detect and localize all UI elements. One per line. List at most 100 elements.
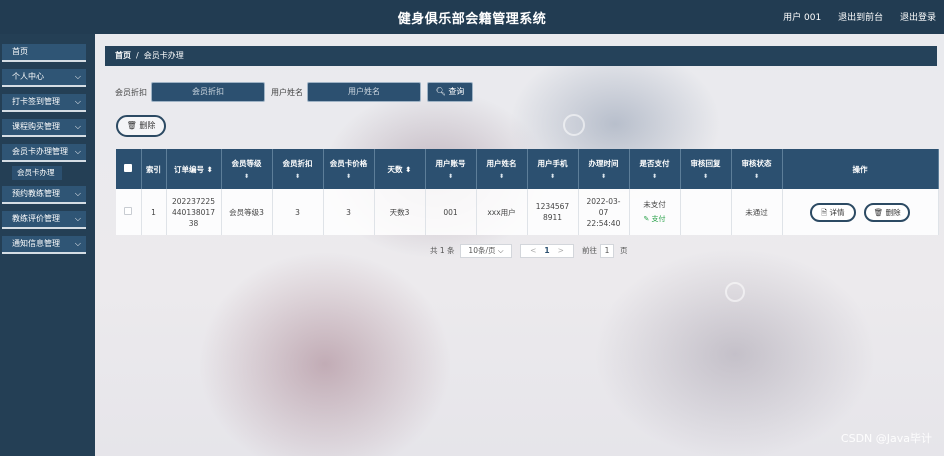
sort-icon: ⬍ [345,173,352,180]
top-links: 用户 001 退出到前台 退出登录 [769,10,936,23]
col-account[interactable]: 用户账号 ⬍ [425,149,477,189]
col-price[interactable]: 会员卡价格 ⬍ [323,149,375,189]
cell-price: 3 [323,189,375,235]
col-order-no[interactable]: 订单编号 ⬍ [166,149,222,189]
sidebar-subitem-card-apply[interactable]: 会员卡办理 [12,166,62,180]
cell-level: 会员等级3 [221,189,273,235]
sidebar-item-personal-center[interactable]: 个人中心 ⌵ [2,69,86,87]
row-select-cell[interactable] [116,189,142,235]
table-row: 1 20223722544013801738 会员等级3 3 3 天数3 001… [116,189,939,235]
row-checkbox[interactable] [124,206,133,215]
sidebar-item-checkin[interactable]: 打卡签到管理 ⌵ [2,94,86,112]
watermark: CSDN @Java毕计 [840,432,932,445]
cell-time: 2022-03-07 22:54:40 [578,189,630,235]
cell-actions: 🗎︎ 详情 🗑︎ 删除 [782,189,939,235]
sidebar: 首页 个人中心 ⌵ 打卡签到管理 ⌵ 课程购买管理 ⌵ 会员卡办理管理 ⌵ 会员卡办理 … [0,34,95,456]
select-all-cell[interactable] [116,149,142,189]
next-page-button[interactable]: > [558,246,564,255]
sidebar-item-membership-card[interactable]: 会员卡办理管理 ⌵ [2,144,86,162]
cell-reply [680,189,732,235]
row-delete-button[interactable]: 🗑︎ 删除 [864,202,911,222]
query-button[interactable]: 🔍︎ 查询 [427,82,473,102]
pay-link[interactable]: ✎ 支付 [630,214,680,225]
cell-status: 未通过 [731,189,783,235]
chevron-down-icon: ⌵ [74,97,81,106]
cell-account: 001 [425,189,477,235]
cell-order-no: 20223722544013801738 [166,189,222,235]
exit-to-front-link[interactable]: 退出到前台 [838,13,883,23]
page-unit-label: 页 [620,246,628,255]
batch-delete-button[interactable]: 🗑︎ 删除 [116,115,166,137]
col-paid[interactable]: 是否支付 ⬍ [629,149,681,189]
select-all-checkbox[interactable] [124,164,133,172]
prev-page-button[interactable]: < [530,246,536,255]
cell-paid: 未支付 ✎ 支付 [629,189,681,235]
goto-page-input[interactable]: 1 [600,244,614,258]
sidebar-item-course-purchase[interactable]: 课程购买管理 ⌵ [2,119,86,137]
col-reply[interactable]: 审核回复 ⬍ [680,149,732,189]
cell-name: xxx用户 [476,189,528,235]
page-size-value: 10条/页 [468,246,496,255]
page-nav: <1 > [520,244,574,258]
cell-phone: 12345678911 [527,189,579,235]
sidebar-item-label: 预约教练管理 [12,189,60,198]
chevron-down-icon: ⌵ [74,122,81,131]
sort-icon: ⬍ [243,173,250,180]
col-days-label: 天数 [387,164,403,174]
col-time[interactable]: 办理时间 ⬍ [578,149,630,189]
sort-icon: ⬍ [405,164,412,174]
query-button-label: 查询 [448,87,465,96]
current-page[interactable]: 1 [544,246,549,255]
sort-icon: ⬍ [206,164,213,174]
chevron-down-icon: ⌵ [74,189,81,198]
col-phone[interactable]: 用户手机 ⬍ [527,149,579,189]
username-input[interactable]: 用户姓名 [307,82,421,102]
sidebar-item-label: 个人中心 [12,72,44,81]
sort-icon: ⬍ [753,173,760,180]
sort-icon: ⬍ [447,173,454,180]
breadcrumb: 首页 / 会员卡办理 [105,46,937,66]
detail-button[interactable]: 🗎︎ 详情 [809,202,856,222]
user-account-link[interactable]: 用户 001 [783,13,821,23]
sidebar-item-home[interactable]: 首页 [2,44,86,62]
sidebar-item-notifications[interactable]: 通知信息管理 ⌵ [2,236,86,254]
background-decoration [725,282,745,302]
cell-index: 1 [141,189,167,235]
sidebar-item-label: 会员卡办理管理 [12,147,68,156]
col-order-no-label: 订单编号 [174,164,205,174]
col-index: 索引 [141,149,167,189]
page-size-select[interactable]: 10条/页 ⌵ [460,244,512,258]
col-status[interactable]: 审核状态 ⬍ [731,149,783,189]
sort-icon: ⬍ [549,173,556,180]
col-paid-label: 是否支付 [639,159,670,168]
logout-link[interactable]: 退出登录 [900,13,936,23]
col-discount[interactable]: 会员折扣 ⬍ [272,149,324,189]
col-time-label: 办理时间 [588,159,619,168]
col-name-label: 用户姓名 [486,159,517,168]
sidebar-item-coach-review[interactable]: 教练评价管理 ⌵ [2,211,86,229]
detail-button-label: 详情 [829,207,845,217]
sidebar-item-label: 打卡签到管理 [12,97,60,106]
background-decoration [563,114,585,136]
trash-icon: 🗑︎ [873,207,884,217]
col-actions: 操作 [782,149,939,189]
discount-label: 会员折扣 [115,88,147,97]
top-bar: 健身俱乐部会籍管理系统 用户 001 退出到前台 退出登录 [0,0,944,34]
username-label: 用户姓名 [271,88,303,97]
discount-input[interactable]: 会员折扣 [151,82,265,102]
col-level[interactable]: 会员等级 ⬍ [221,149,273,189]
col-name[interactable]: 用户姓名 ⬍ [476,149,528,189]
chevron-down-icon: ⌵ [74,239,81,248]
chevron-down-icon: ⌵ [74,72,81,81]
table-header-row: 索引 订单编号 ⬍ 会员等级 ⬍ 会员折扣 ⬍ 会员卡价格 ⬍ 天数 ⬍ 用户账号 ⬍ … [116,149,939,189]
trash-icon: 🗑︎ [126,121,137,130]
chevron-down-icon: ⌵ [74,214,81,223]
edit-icon: ✎ [643,215,650,223]
breadcrumb-home[interactable]: 首页 [115,51,131,60]
sort-icon: ⬍ [600,173,607,180]
col-account-label: 用户账号 [435,159,466,168]
sidebar-item-coach-booking[interactable]: 预约教练管理 ⌵ [2,186,86,204]
sidebar-item-label: 首页 [12,47,28,56]
col-days[interactable]: 天数 ⬍ [374,149,426,189]
sort-icon: ⬍ [294,173,301,180]
